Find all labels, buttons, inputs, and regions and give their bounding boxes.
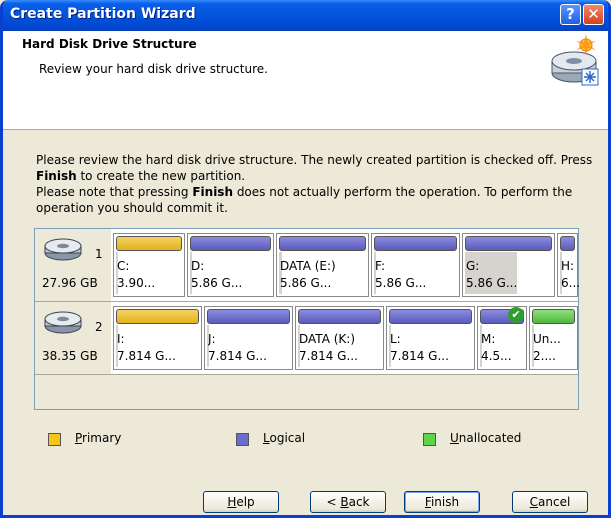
header-subtitle: Review your hard disk drive structure. [39, 62, 268, 76]
hard-disk-icon [44, 311, 82, 334]
partition-size: 5.86 G... [375, 276, 427, 290]
title-close-button[interactable]: ✕ [583, 4, 604, 25]
hard-disk-icon [44, 238, 82, 261]
logical-bar [298, 309, 381, 324]
disk-wizard-icon [551, 34, 599, 86]
legend-label: Primary [75, 431, 122, 445]
logical-bar [279, 236, 366, 251]
disk-info: 1 27.96 GB [35, 229, 111, 301]
partition-name: DATA (E:) [280, 259, 336, 273]
partition-name: D: [191, 259, 205, 273]
partition-l[interactable]: L: 7.814 G... [386, 306, 475, 370]
partition-name: DATA (K:) [299, 332, 356, 346]
partition-size: 5.86 G... [466, 276, 518, 290]
partition-size: 2.... [533, 349, 556, 363]
partition-size: 5.86 G... [191, 276, 243, 290]
disk-size: 27.96 GB [42, 276, 98, 290]
help-button[interactable]: Help [203, 491, 279, 513]
partition-name: L: [390, 332, 401, 346]
description-text: Please review the hard disk drive struct… [36, 153, 593, 215]
partition-size: 4.5... [481, 349, 512, 363]
primary-bar [116, 236, 182, 251]
partition-name: J: [208, 332, 216, 346]
logical-bar [190, 236, 271, 251]
partition-size: 5.86 G... [280, 276, 332, 290]
partition-size: 7.814 G... [117, 349, 176, 363]
header-title: Hard Disk Drive Structure [22, 37, 197, 51]
partition-h[interactable]: H: 6... [557, 233, 581, 297]
logical-bar [207, 309, 290, 324]
partition-d[interactable]: D: 5.86 G... [187, 233, 274, 297]
partition-size: 7.814 G... [299, 349, 358, 363]
partition-c[interactable]: C: 3.90... [113, 233, 185, 297]
partition-name: G: [466, 259, 480, 273]
partition-i[interactable]: I: 7.814 G... [113, 306, 202, 370]
logical-bar [389, 309, 472, 324]
partition-name: C: [117, 259, 130, 273]
disk-info: 2 38.35 GB [35, 302, 111, 374]
finish-button[interactable]: Finish [404, 491, 480, 513]
partition-size: 3.90... [117, 276, 156, 290]
title-bar[interactable]: Create Partition Wizard ? ✕ [3, 0, 608, 31]
partition-size: 7.814 G... [390, 349, 449, 363]
partition-unallocated[interactable]: Un... 2.... [529, 306, 578, 370]
legend-label: Unallocated [450, 431, 522, 445]
window-title: Create Partition Wizard [10, 6, 196, 22]
partition-k[interactable]: DATA (K:) 7.814 G... [295, 306, 384, 370]
partition-name: Un... [533, 332, 561, 346]
legend-label: Logical [263, 431, 306, 445]
checked-icon: ✔ [508, 307, 524, 323]
disk-number: 1 [95, 247, 103, 261]
partition-j[interactable]: J: 7.814 G... [204, 306, 293, 370]
partition-name: M: [481, 332, 496, 346]
partition-name: H: [561, 259, 575, 273]
logical-bar [560, 236, 575, 251]
back-button[interactable]: < Back [310, 491, 386, 513]
partition-m-new[interactable]: ✔ M: 4.5... [477, 306, 527, 370]
partition-name: F: [375, 259, 386, 273]
partition-f[interactable]: F: 5.86 G... [371, 233, 460, 297]
logical-bar [374, 236, 457, 251]
disk-row-2: 2 38.35 GB I: 7.814 G... J: 7.814 G... D… [35, 302, 578, 375]
disk-size: 38.35 GB [42, 349, 98, 363]
wizard-window: Create Partition Wizard ? ✕ Hard Disk Dr… [0, 0, 611, 518]
logical-swatch [236, 433, 249, 446]
disk-structure-panel: 1 27.96 GB C: 3.90... D: 5.86 G... DATA … [34, 228, 581, 410]
title-help-button[interactable]: ? [560, 4, 581, 25]
partition-size: 7.814 G... [208, 349, 267, 363]
unallocated-bar [532, 309, 575, 324]
logical-bar [465, 236, 552, 251]
disk-row-1: 1 27.96 GB C: 3.90... D: 5.86 G... DATA … [35, 229, 581, 302]
partition-e[interactable]: DATA (E:) 5.86 G... [276, 233, 369, 297]
unallocated-swatch [423, 433, 436, 446]
partition-size: 6... [561, 276, 581, 290]
primary-bar [116, 309, 199, 324]
primary-swatch [48, 433, 61, 446]
partition-g[interactable]: G: 5.86 G... [462, 233, 555, 297]
partition-name: I: [117, 332, 125, 346]
cancel-button[interactable]: Cancel [512, 491, 588, 513]
disk-number: 2 [95, 320, 103, 334]
